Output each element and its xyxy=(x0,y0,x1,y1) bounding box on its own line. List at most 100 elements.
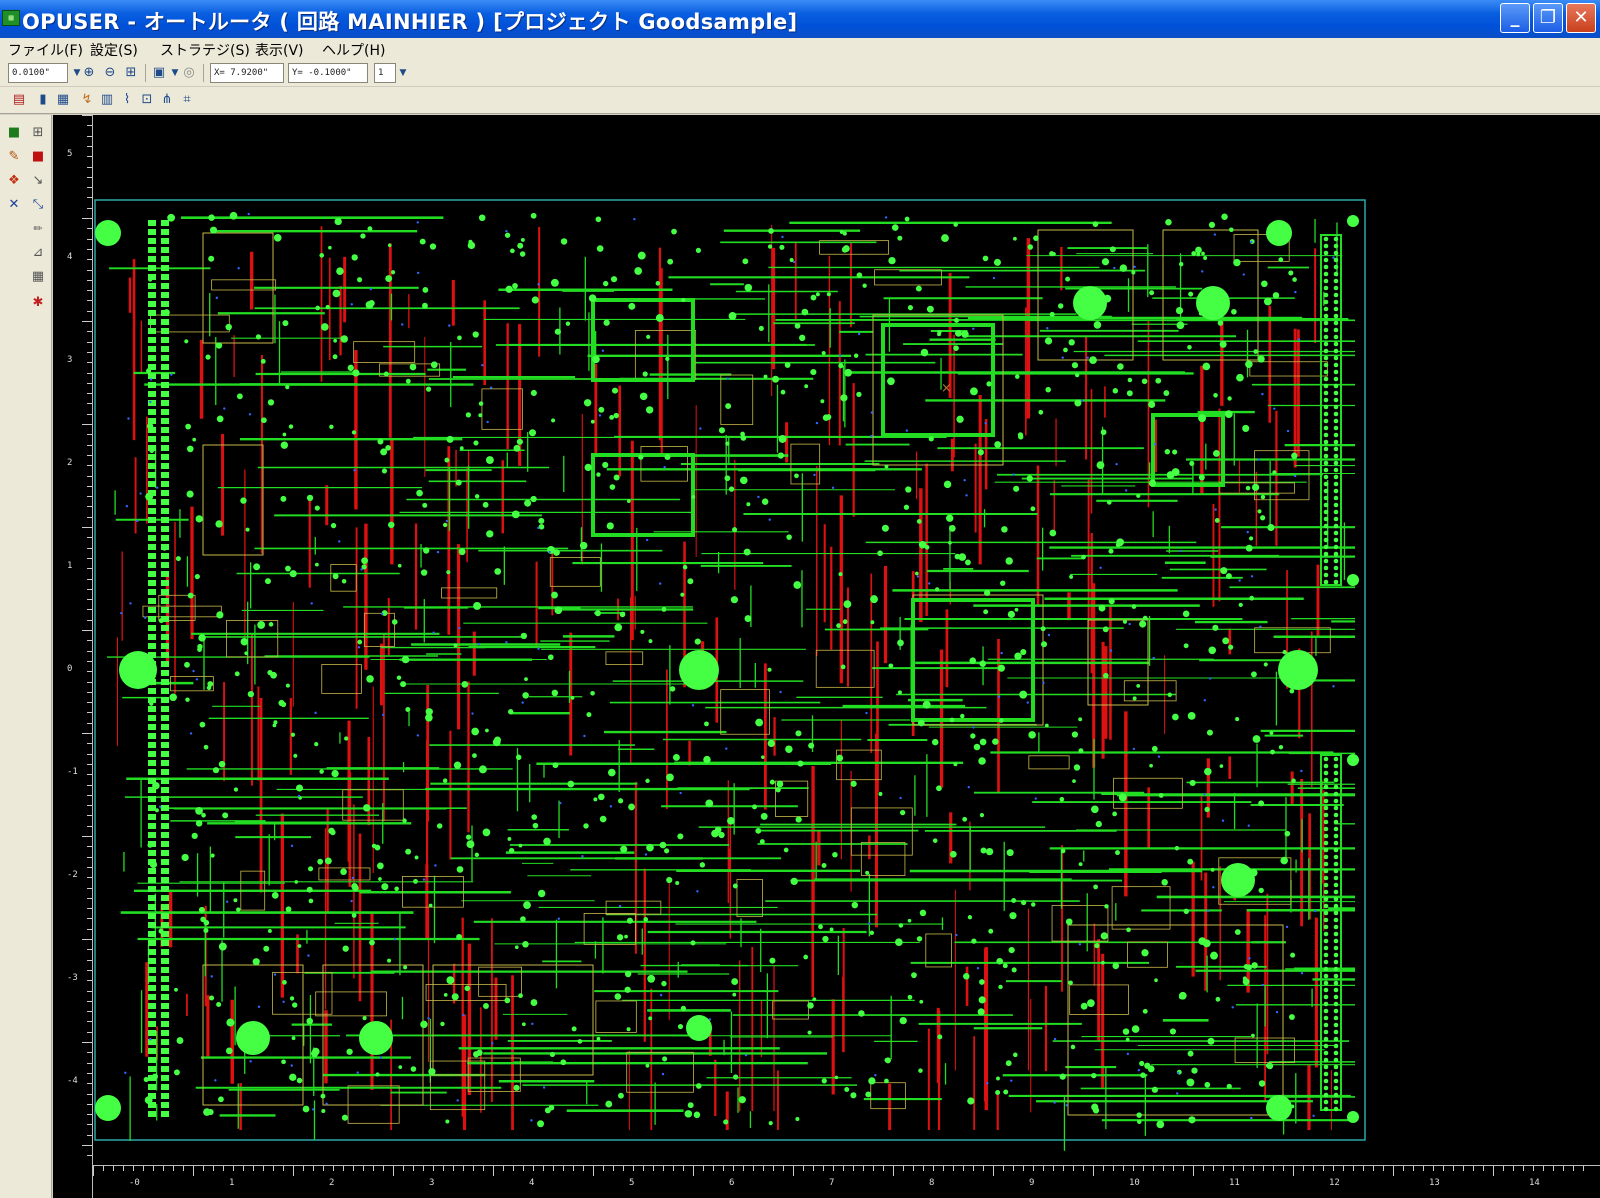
connector-pin xyxy=(1323,467,1329,473)
maximize-button[interactable]: ❐ xyxy=(1533,3,1563,33)
connector-pin xyxy=(1323,903,1329,909)
pad xyxy=(978,757,986,765)
delete-icon[interactable]: ■ xyxy=(28,147,48,167)
grid-select[interactable]: 0.0100" xyxy=(8,63,68,83)
grid-icon[interactable]: ▦ xyxy=(54,91,72,109)
pad xyxy=(148,526,156,532)
pad xyxy=(161,598,169,604)
ruler-tick xyxy=(123,1166,124,1171)
route-icon[interactable]: ↯ xyxy=(78,91,96,109)
pad xyxy=(898,923,904,928)
snap-icon[interactable]: ◎ xyxy=(180,64,198,82)
fanout-icon[interactable]: ⋔ xyxy=(158,91,176,109)
pad xyxy=(1171,468,1180,477)
ruler-tick xyxy=(563,1166,564,1171)
pad xyxy=(148,319,156,325)
layer-select[interactable]: 1 xyxy=(374,63,396,83)
connector-pin xyxy=(1323,931,1329,937)
connector-pin xyxy=(1333,924,1339,930)
connector-pin xyxy=(1323,558,1329,564)
pad xyxy=(285,906,292,913)
pad xyxy=(1093,884,1099,890)
route-manual-icon[interactable]: ✎ xyxy=(4,147,24,167)
pad xyxy=(598,793,605,801)
connector-pin xyxy=(1323,509,1329,515)
place-icon[interactable]: ■ xyxy=(4,123,24,143)
unroute-icon[interactable]: ↘ xyxy=(28,171,48,191)
ruler-tick xyxy=(87,341,92,343)
routing-canvas[interactable]: × 5 4 3 2 1 0 -1 -2 -3 -4 -0 1 2 3 4 5 6 7 8 9 10 11 12 13 14 xyxy=(53,115,1600,1198)
pad xyxy=(843,600,852,609)
menu-help[interactable]: ヘルプ(H) xyxy=(322,40,385,60)
pad xyxy=(862,283,867,288)
pad xyxy=(1183,908,1189,914)
layer-icon[interactable]: ▤ xyxy=(10,91,28,109)
ruler-tick xyxy=(933,1166,934,1171)
pin-icon[interactable]: ▮ xyxy=(34,91,52,109)
ruler-tick xyxy=(683,1166,684,1171)
pad xyxy=(1238,602,1243,608)
connector-pin xyxy=(1333,945,1339,951)
pad xyxy=(420,569,428,576)
connector-pin xyxy=(1333,812,1339,818)
measure-icon[interactable]: ⊿ xyxy=(28,243,48,263)
trace-icon[interactable]: ⌇ xyxy=(118,91,136,109)
ruler-tick xyxy=(1123,1166,1124,1171)
pad xyxy=(148,598,156,604)
pad xyxy=(1125,1037,1130,1042)
via xyxy=(1285,925,1289,929)
title-bar[interactable]: ▦ OPUSER - オートルータ ( 回路 MAINHIER ) [プロジェク… xyxy=(0,0,1600,38)
select-net-icon[interactable]: ❖ xyxy=(4,171,24,191)
drc-icon[interactable]: ✱ xyxy=(28,293,48,313)
pad xyxy=(881,524,889,532)
pad xyxy=(387,958,392,963)
ruler-tick xyxy=(1483,1166,1484,1171)
report-icon[interactable]: ▦ xyxy=(28,267,48,287)
via-add-icon[interactable]: ✕ xyxy=(4,195,24,215)
via-icon[interactable]: ⊡ xyxy=(138,91,156,109)
zoom-fit-icon[interactable]: ⊞ xyxy=(122,64,140,82)
net-icon[interactable]: ▥ xyxy=(98,91,116,109)
zoom-out-icon[interactable]: ⊖ xyxy=(101,64,119,82)
pad xyxy=(1003,1089,1009,1095)
ruler-tick xyxy=(143,1166,144,1171)
pcb-app-icon[interactable]: ▦ xyxy=(2,10,20,26)
component-outline xyxy=(1123,680,1177,702)
pcb-board-view[interactable]: × xyxy=(53,115,1600,1198)
connector-pin xyxy=(1333,418,1339,424)
pad xyxy=(1139,1060,1145,1067)
pad xyxy=(185,423,192,430)
pad xyxy=(161,400,169,406)
ruler-tick xyxy=(403,1166,404,1171)
menu-strategy[interactable]: ストラテジ(S) xyxy=(160,40,250,60)
toolbar-separator xyxy=(203,64,204,82)
pad xyxy=(648,639,653,644)
clean-icon[interactable]: ⌗ xyxy=(178,91,196,109)
trace-edit-icon[interactable]: ⤡ xyxy=(28,195,48,215)
pad xyxy=(1148,479,1157,487)
pad xyxy=(245,527,250,532)
minimize-button[interactable]: _ xyxy=(1500,3,1530,33)
chevron-down-icon[interactable]: ▼ xyxy=(394,64,412,82)
horizontal-ruler-label: 8 xyxy=(929,1178,935,1188)
connector-pin xyxy=(1323,945,1329,951)
menu-file[interactable]: ファイル(F) xyxy=(8,40,83,60)
connector-pin xyxy=(1323,537,1329,543)
pad xyxy=(954,317,959,323)
zoom-in-icon[interactable]: ⊕ xyxy=(80,64,98,82)
ruler-tick xyxy=(87,1083,92,1085)
close-button[interactable]: ✕ xyxy=(1566,3,1596,33)
pad xyxy=(520,237,525,242)
pad xyxy=(659,841,667,849)
pencil-icon[interactable]: ✏ xyxy=(28,219,48,239)
menu-view[interactable]: 表示(V) xyxy=(255,40,304,60)
pad xyxy=(148,544,156,550)
via xyxy=(1294,290,1297,294)
pad xyxy=(1172,449,1178,455)
pad xyxy=(464,985,471,992)
move-icon[interactable]: ⊞ xyxy=(28,123,48,143)
menu-settings[interactable]: 設定(S) xyxy=(90,40,138,60)
pad xyxy=(344,736,349,741)
connector-pin xyxy=(1323,910,1329,916)
pad xyxy=(918,541,927,549)
